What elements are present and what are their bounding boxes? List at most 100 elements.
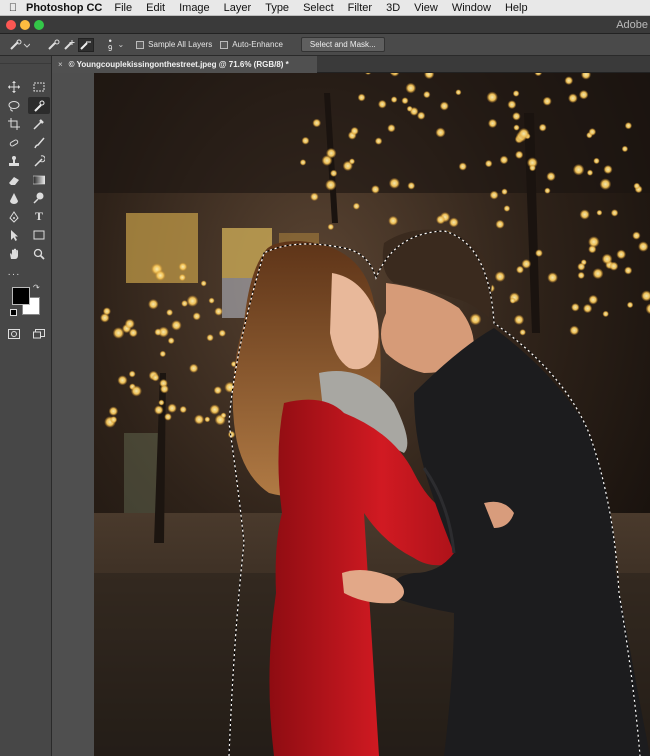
app-name-menu[interactable]: Photoshop CC xyxy=(26,2,102,14)
menu-help[interactable]: Help xyxy=(505,2,528,14)
close-tab-icon[interactable]: × xyxy=(58,60,63,69)
new-selection-button[interactable] xyxy=(46,38,62,52)
bokeh-light xyxy=(325,179,337,191)
brush-icon[interactable] xyxy=(28,134,50,151)
bokeh-light xyxy=(626,301,634,309)
auto-enhance-checkbox[interactable] xyxy=(220,40,229,49)
sample-all-layers-checkbox[interactable] xyxy=(136,40,145,49)
bokeh-light xyxy=(148,298,159,310)
menu-window[interactable]: Window xyxy=(452,2,491,14)
photo-illustration xyxy=(94,73,650,756)
gradient-icon[interactable] xyxy=(28,171,50,188)
marquee-icon[interactable] xyxy=(28,79,50,96)
foreground-color-swatch[interactable] xyxy=(12,287,30,305)
menu-image[interactable]: Image xyxy=(179,2,210,14)
stamp-icon[interactable] xyxy=(3,153,25,170)
pen-icon[interactable] xyxy=(3,208,25,225)
bokeh-light xyxy=(469,313,482,326)
document-tab-title: © Youngcouplekissingonthestreet.jpeg @ 7… xyxy=(68,60,289,69)
history-brush-icon[interactable] xyxy=(28,153,50,170)
menu-layer[interactable]: Layer xyxy=(224,2,252,14)
dodge-icon[interactable] xyxy=(28,190,50,207)
zoom-window-button[interactable] xyxy=(34,20,44,30)
menu-file[interactable]: File xyxy=(114,2,132,14)
lasso-icon[interactable] xyxy=(3,97,25,114)
bokeh-light xyxy=(417,111,426,120)
bokeh-light xyxy=(301,136,310,145)
bokeh-light xyxy=(439,101,449,111)
menu-select[interactable]: Select xyxy=(303,2,334,14)
bokeh-light xyxy=(571,303,580,312)
bokeh-light xyxy=(108,406,119,417)
bokeh-light xyxy=(166,309,174,316)
close-window-button[interactable] xyxy=(6,20,16,30)
blur-icon[interactable] xyxy=(3,190,25,207)
document-photo[interactable] xyxy=(94,73,650,756)
quick-selection-icon[interactable] xyxy=(28,97,50,115)
canvas-area[interactable] xyxy=(52,73,650,756)
bokeh-light xyxy=(435,127,446,138)
bokeh-light xyxy=(542,96,552,106)
hand-icon[interactable] xyxy=(3,245,25,262)
bokeh-light xyxy=(577,262,586,271)
bokeh-light xyxy=(124,318,135,329)
bokeh-light xyxy=(621,145,629,153)
more-tools-icon[interactable]: ··· xyxy=(3,266,25,283)
apple-icon[interactable]:  xyxy=(0,2,26,14)
bokeh-light xyxy=(515,150,524,159)
bokeh-light xyxy=(601,253,613,265)
bokeh-light xyxy=(499,155,509,165)
select-and-mask-button[interactable]: Select and Mask... xyxy=(300,37,385,52)
bokeh-light xyxy=(535,249,543,257)
bokeh-light xyxy=(327,223,335,231)
menu-filter[interactable]: Filter xyxy=(348,2,372,14)
bokeh-light xyxy=(569,325,580,336)
move-icon[interactable] xyxy=(3,79,25,96)
bokeh-light xyxy=(407,181,416,190)
menu-view[interactable]: View xyxy=(414,2,438,14)
menu-edit[interactable]: Edit xyxy=(146,2,165,14)
tool-preset-picker[interactable] xyxy=(6,38,32,52)
swap-colors-icon[interactable]: ↷ xyxy=(33,283,40,292)
bokeh-light xyxy=(489,190,499,200)
eyedropper-icon[interactable] xyxy=(28,116,50,133)
bokeh-light xyxy=(507,100,517,110)
menu-3d[interactable]: 3D xyxy=(386,2,400,14)
bokeh-light xyxy=(593,157,600,165)
bokeh-light xyxy=(610,209,619,217)
brush-picker[interactable]: • 9 ⌄ xyxy=(108,36,124,52)
bokeh-light xyxy=(519,329,526,336)
document-tab[interactable]: × © Youngcouplekissingonthestreet.jpeg @… xyxy=(52,56,317,73)
bokeh-light xyxy=(128,370,136,378)
bokeh-light xyxy=(632,231,641,240)
zoom-icon[interactable] xyxy=(28,245,50,262)
tools-panel-header xyxy=(0,56,51,64)
quick-mask-icon[interactable] xyxy=(3,326,25,343)
bokeh-light xyxy=(588,128,597,136)
bokeh-light xyxy=(494,271,506,282)
bokeh-light xyxy=(568,93,578,104)
eraser-icon[interactable] xyxy=(3,171,25,188)
bokeh-light xyxy=(350,126,359,136)
bokeh-light xyxy=(405,82,417,94)
crop-icon[interactable] xyxy=(3,116,25,133)
default-colors-icon[interactable] xyxy=(10,309,17,316)
bokeh-light xyxy=(158,399,165,406)
menu-type[interactable]: Type xyxy=(265,2,289,14)
bokeh-light xyxy=(357,93,366,102)
bokeh-light xyxy=(388,215,399,226)
bokeh-light xyxy=(387,124,396,133)
healing-icon[interactable] xyxy=(3,134,25,151)
bokeh-light xyxy=(547,272,558,283)
type-icon[interactable]: T xyxy=(28,208,50,225)
add-to-selection-button[interactable] xyxy=(62,38,78,52)
bokeh-light xyxy=(204,416,211,423)
minimize-window-button[interactable] xyxy=(20,20,30,30)
rectangle-icon[interactable] xyxy=(28,227,50,244)
subtract-from-selection-button[interactable] xyxy=(78,37,94,52)
path-selection-icon[interactable] xyxy=(3,227,25,244)
screen-mode-icon[interactable] xyxy=(28,326,50,343)
bokeh-light xyxy=(572,163,585,176)
bokeh-light xyxy=(588,236,600,248)
bokeh-light xyxy=(624,266,633,275)
